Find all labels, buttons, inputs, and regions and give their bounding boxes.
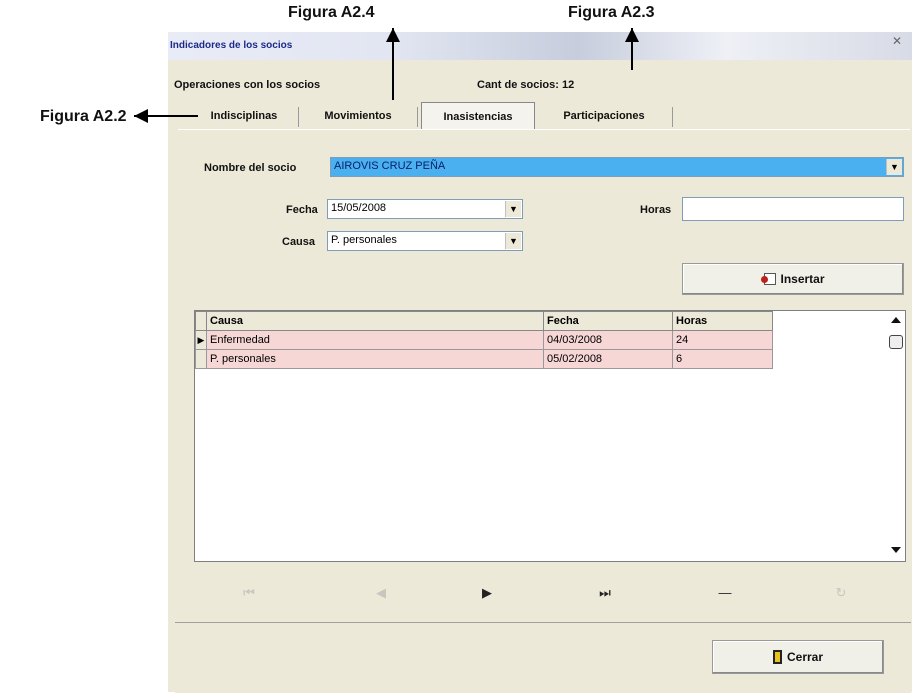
cell-causa[interactable]: P. personales [206, 349, 544, 369]
cell-fecha[interactable]: 04/03/2008 [543, 330, 673, 350]
grid-scrollbar[interactable] [887, 311, 905, 561]
first-record-icon[interactable]: ⏮ [234, 585, 264, 601]
causa-value: P. personales [331, 234, 397, 246]
nombre-select[interactable]: AIROVIS CRUZ PEÑA ▼ [330, 157, 904, 177]
tab-separator [298, 107, 299, 127]
door-exit-icon [772, 650, 782, 664]
grid-header-row: Causa Fecha Horas [195, 311, 773, 331]
insert-record-icon [761, 273, 777, 285]
refresh-icon[interactable]: ↻ [826, 585, 856, 601]
cell-horas[interactable]: 24 [672, 330, 773, 350]
operations-label: Operaciones con los socios [174, 79, 321, 91]
grid-indicator-header [195, 311, 207, 331]
causa-select[interactable]: P. personales ▼ [327, 231, 523, 251]
tab-indisciplinas[interactable]: Indisciplinas [193, 104, 295, 128]
cell-fecha[interactable]: 05/02/2008 [543, 349, 673, 369]
cell-horas[interactable]: 6 [672, 349, 773, 369]
table-row[interactable]: P. personales 05/02/2008 6 [195, 349, 773, 369]
scroll-up-icon[interactable] [891, 317, 901, 323]
scroll-thumb[interactable] [889, 335, 903, 349]
nombre-value: AIROVIS CRUZ PEÑA [334, 160, 446, 172]
annotation-figure-a23: Figura A2.3 [568, 4, 655, 21]
chevron-down-icon[interactable]: ▼ [886, 159, 902, 175]
tab-separator [417, 107, 418, 127]
close-button[interactable]: Cerrar [712, 640, 884, 674]
tab-inasistencias[interactable]: Inasistencias [421, 102, 535, 130]
row-pointer-icon: ▶ [195, 330, 207, 350]
insert-button-label: Insertar [780, 272, 825, 286]
tab-separator [672, 107, 673, 127]
scroll-down-icon[interactable] [891, 547, 901, 553]
annotation-figure-a22: Figura A2.2 [40, 108, 127, 125]
fecha-label: Fecha [286, 204, 318, 216]
insert-button[interactable]: Insertar [682, 263, 904, 295]
inasistencias-grid[interactable]: Causa Fecha Horas ▶ Enfermedad 04/03/200… [194, 310, 906, 562]
fecha-value: 15/05/2008 [331, 202, 387, 214]
chevron-down-icon[interactable]: ▼ [505, 201, 521, 217]
close-icon[interactable]: ✕ [892, 34, 902, 48]
causa-label: Causa [282, 236, 316, 248]
column-header-horas[interactable]: Horas [672, 311, 773, 331]
window-titlebar: Indicadores de los socios ✕ [168, 32, 912, 60]
record-navigator: ⏮ ◀ ▶ ⏭ — ↻ [178, 575, 910, 615]
horas-label: Horas [640, 204, 672, 216]
column-header-fecha[interactable]: Fecha [543, 311, 673, 331]
member-count: Cant de socios: 12 [477, 79, 575, 91]
cell-causa[interactable]: Enfermedad [206, 330, 544, 350]
horas-input[interactable] [682, 197, 904, 221]
next-record-icon[interactable]: ▶ [472, 585, 502, 601]
row-indicator [195, 349, 207, 369]
annotation-figure-a24: Figura A2.4 [288, 4, 375, 21]
chevron-down-icon[interactable]: ▼ [505, 233, 521, 249]
grid-table: Causa Fecha Horas ▶ Enfermedad 04/03/200… [195, 311, 773, 369]
delete-record-icon[interactable]: — [710, 585, 740, 600]
last-record-icon[interactable]: ⏭ [590, 585, 620, 601]
fecha-select[interactable]: 15/05/2008 ▼ [327, 199, 523, 219]
tab-participaciones[interactable]: Participaciones [540, 104, 668, 128]
close-button-label: Cerrar [786, 650, 824, 664]
tab-movimientos[interactable]: Movimientos [303, 104, 413, 128]
column-header-causa[interactable]: Causa [206, 311, 544, 331]
window-title: Indicadores de los socios [170, 40, 293, 51]
nombre-label: Nombre del socio [204, 162, 297, 174]
prev-record-icon[interactable]: ◀ [366, 585, 396, 601]
table-row[interactable]: ▶ Enfermedad 04/03/2008 24 [195, 330, 773, 350]
